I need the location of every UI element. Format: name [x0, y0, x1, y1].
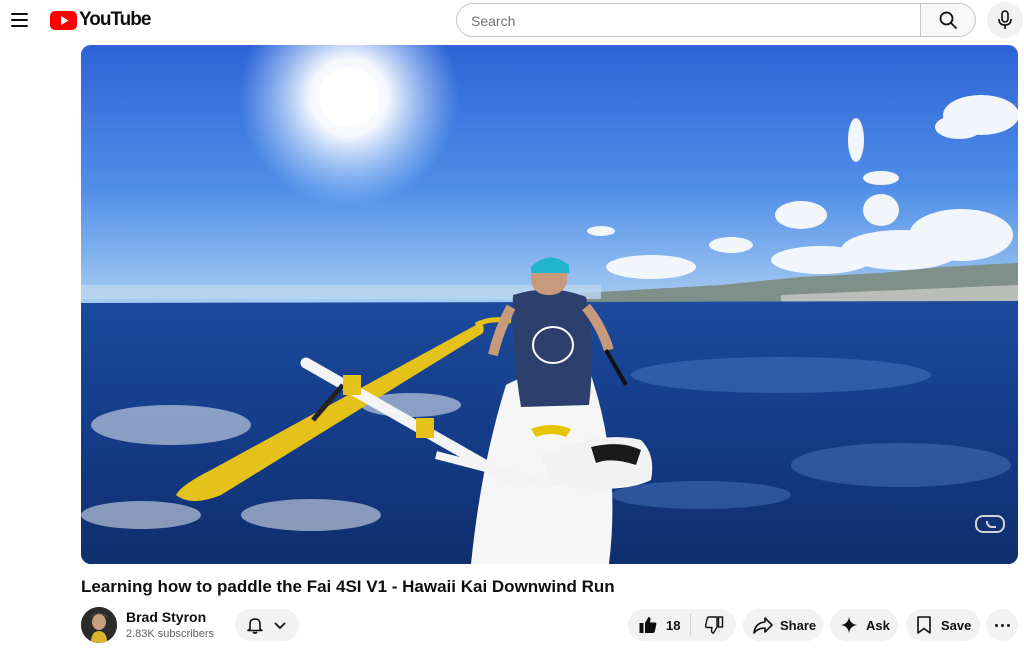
- search-box[interactable]: [456, 3, 920, 37]
- thumb-down-icon: [704, 616, 723, 634]
- menu-icon[interactable]: [10, 10, 30, 30]
- more-actions-button[interactable]: [986, 609, 1018, 641]
- share-label: Share: [780, 617, 817, 633]
- subscriber-count: 2.83K subscribers: [126, 628, 215, 640]
- vr-360-icon[interactable]: [975, 515, 1005, 533]
- save-button[interactable]: Save: [906, 609, 980, 641]
- bell-icon: [247, 618, 263, 634]
- dislike-button[interactable]: [691, 609, 736, 641]
- video-player[interactable]: [81, 45, 1018, 564]
- youtube-logo-icon: [50, 10, 77, 30]
- share-button[interactable]: Share: [743, 609, 823, 641]
- youtube-logo[interactable]: YouTube: [50, 9, 151, 31]
- ask-button[interactable]: Ask: [830, 609, 898, 641]
- search-button[interactable]: [920, 3, 976, 37]
- like-dislike-group: 18: [628, 609, 736, 641]
- ask-label: Ask: [866, 617, 890, 633]
- masthead: YouTube: [0, 0, 1024, 44]
- share-icon: [753, 617, 773, 634]
- like-count: 18: [666, 617, 681, 633]
- thumb-up-icon: [639, 617, 657, 633]
- like-button[interactable]: 18: [628, 609, 690, 641]
- bookmark-icon: [917, 616, 931, 634]
- logo-text: YouTube: [79, 9, 151, 30]
- channel-name[interactable]: Brad Styron: [126, 609, 206, 625]
- save-label: Save: [941, 617, 972, 633]
- video-title: Learning how to paddle the Fai 4SI V1 - …: [81, 577, 615, 596]
- sparkle-icon: [841, 617, 857, 633]
- notification-button[interactable]: [235, 609, 299, 641]
- voice-search-button[interactable]: [987, 2, 1023, 38]
- avatar-image: [81, 607, 117, 643]
- channel-avatar[interactable]: [81, 607, 117, 643]
- chevron-down-icon: [274, 622, 286, 630]
- search-input[interactable]: [471, 11, 901, 31]
- search-icon: [939, 11, 957, 29]
- mic-icon: [998, 10, 1012, 29]
- video-frame: [81, 45, 1018, 564]
- more-icon: [994, 623, 998, 627]
